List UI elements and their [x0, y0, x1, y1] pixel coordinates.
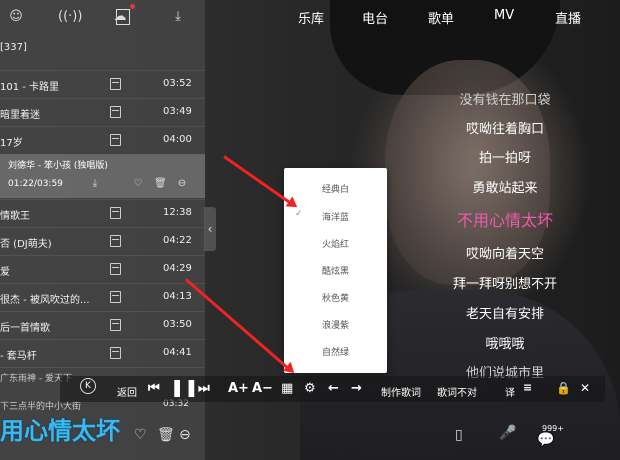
lyric-line: 没有钱在那口袋: [459, 93, 551, 108]
left-arrow-icon[interactable]: ←: [328, 381, 339, 396]
more-icon[interactable]: ⊖: [176, 178, 188, 190]
lyric-line: 勇敢站起来: [472, 181, 538, 196]
mv-icon[interactable]: [110, 319, 121, 331]
nav-playlists[interactable]: 歌单: [428, 8, 454, 27]
comment-icon[interactable]: 💬: [537, 432, 554, 448]
nav-mv[interactable]: MV: [494, 8, 514, 23]
wrong-lyrics-button[interactable]: 歌词不对: [437, 384, 477, 399]
download-icon[interactable]: ⤓: [168, 8, 188, 26]
menu-icon[interactable]: ≡: [523, 381, 532, 394]
song-name: 暗里着迷: [0, 110, 40, 121]
right-arrow-icon[interactable]: →: [351, 381, 362, 396]
theme-option-classic-white[interactable]: 经典白: [284, 182, 387, 195]
list-item[interactable]: 后一首情歌 03:50: [0, 311, 205, 338]
song-name: 很杰 - 被风吹过的...: [0, 295, 90, 306]
lyric-line: 哦哦哦: [485, 337, 525, 352]
song-duration: 04:29: [163, 263, 192, 274]
theme-color-menu: 经典白 ✓ 海洋蓝 火焰红 酷炫黑 秋色黄 浪漫紫 自然绿: [284, 168, 387, 373]
back-button[interactable]: 返回: [117, 384, 137, 399]
user-icon[interactable]: ☺: [6, 8, 26, 26]
song-name: 101 - 卡路里: [0, 82, 60, 93]
panel-toolbar: ☺ ((·)) ☁ ⤓: [0, 0, 205, 34]
device-icon[interactable]: ▯: [455, 427, 463, 443]
lyric-line: 老天自有安排: [465, 307, 544, 322]
make-lyrics-button[interactable]: 制作歌词: [381, 384, 421, 399]
radio-icon[interactable]: ((·)): [58, 8, 82, 26]
comment-count-badge: 999+: [542, 424, 564, 433]
next-track-icon[interactable]: ⏭: [198, 381, 210, 396]
now-playing-row[interactable]: 刘德华 - 笨小孩 (独唱版) 01:22/03:59 ⤓ ♡ 🗑 ⊖: [0, 154, 205, 198]
mv-icon[interactable]: [110, 347, 121, 359]
mv-icon[interactable]: [110, 106, 121, 118]
song-duration: 04:00: [163, 134, 192, 145]
song-name: 情歌王: [0, 211, 30, 222]
notification-dot: [130, 4, 135, 9]
lyric-line: 拜一拜呀别想不开: [452, 277, 557, 292]
device-icon[interactable]: [116, 9, 130, 25]
theme-option-cool-black[interactable]: 酷炫黑: [284, 264, 387, 277]
lock-icon[interactable]: 🔒: [556, 381, 571, 395]
list-item[interactable]: 否 (DJ萌夫) 04:22: [0, 227, 205, 254]
song-duration: 12:38: [163, 207, 192, 218]
heart-icon[interactable]: ♡: [132, 178, 144, 190]
heart-icon[interactable]: ♡: [134, 427, 147, 443]
lyric-line: 拍一拍呀: [478, 151, 531, 166]
nav-radio[interactable]: 电台: [362, 8, 388, 27]
nav-library[interactable]: 乐库: [298, 8, 324, 27]
now-playing-title: 刘德华 - 笨小孩 (独唱版): [8, 161, 108, 171]
prev-track-icon[interactable]: ⏮: [148, 381, 160, 396]
song-duration: 04:22: [163, 235, 192, 246]
trash-icon[interactable]: 🗑: [154, 178, 167, 190]
theme-option-flame-red[interactable]: 火焰红: [284, 237, 387, 250]
download-icon[interactable]: ⤓: [89, 178, 101, 190]
list-item[interactable]: 101 - 卡路里 03:52: [0, 70, 205, 97]
settings-icon[interactable]: ⚙: [304, 381, 316, 396]
font-decrease-button[interactable]: A−: [252, 381, 273, 396]
pause-icon[interactable]: ❚❚: [170, 378, 199, 398]
mv-icon[interactable]: [110, 235, 121, 247]
lyric-line: 哎呦向着天空: [465, 247, 544, 262]
list-item[interactable]: 17岁 04:00: [0, 126, 205, 153]
theme-option-romantic-purple[interactable]: 浪漫紫: [284, 318, 387, 331]
nav-live[interactable]: 直播: [555, 8, 581, 27]
translate-button[interactable]: 译: [505, 384, 515, 399]
song-duration: 04:41: [163, 347, 192, 358]
mv-icon[interactable]: [110, 291, 121, 303]
more-icon[interactable]: ⊖: [179, 427, 191, 443]
list-item[interactable]: 情歌王 12:38: [0, 199, 205, 226]
theme-option-nature-green[interactable]: 自然绿: [284, 345, 387, 358]
list-item[interactable]: - 套马杆 04:41: [0, 339, 205, 366]
now-playing-time: 01:22/03:59: [8, 179, 63, 189]
collapse-panel-button[interactable]: ‹: [204, 207, 216, 251]
mv-icon[interactable]: [110, 134, 121, 146]
playlist-title: [337]: [0, 42, 27, 53]
song-name: 17岁: [0, 138, 23, 149]
song-duration: 03:49: [163, 106, 192, 117]
theme-color-icon[interactable]: ▦: [281, 381, 293, 396]
song-name: 后一首情歌: [0, 323, 50, 334]
song-duration: 03:50: [163, 319, 192, 330]
mv-icon[interactable]: [110, 207, 121, 219]
microphone-icon[interactable]: 🎤: [499, 425, 516, 441]
list-item[interactable]: 很杰 - 被风吹过的... 04:13: [0, 283, 205, 310]
mv-icon[interactable]: [110, 263, 121, 275]
list-item[interactable]: 暗里着迷 03:49: [0, 98, 205, 125]
mv-icon[interactable]: [110, 78, 121, 90]
list-item[interactable]: 爱 04:29: [0, 255, 205, 282]
karaoke-icon[interactable]: K: [80, 378, 96, 394]
lyric-line: 哎呦往着胸口: [465, 122, 544, 137]
trash-icon[interactable]: 🗑: [157, 427, 175, 443]
song-duration: 03:52: [163, 78, 192, 89]
song-duration: 04:13: [163, 291, 192, 302]
lyric-current-line: 不用心情太坏: [456, 211, 553, 230]
song-name: - 套马杆: [0, 351, 37, 362]
song-name: 爱: [0, 267, 10, 278]
song-name: 否 (DJ萌夫): [0, 239, 52, 250]
desktop-lyric-text: 用心情太坏: [0, 417, 120, 445]
theme-option-autumn-yellow[interactable]: 秋色黄: [284, 291, 387, 304]
close-button[interactable]: ✕: [580, 381, 590, 395]
theme-option-ocean-blue[interactable]: 海洋蓝: [284, 210, 387, 223]
font-increase-button[interactable]: A+: [228, 381, 249, 396]
